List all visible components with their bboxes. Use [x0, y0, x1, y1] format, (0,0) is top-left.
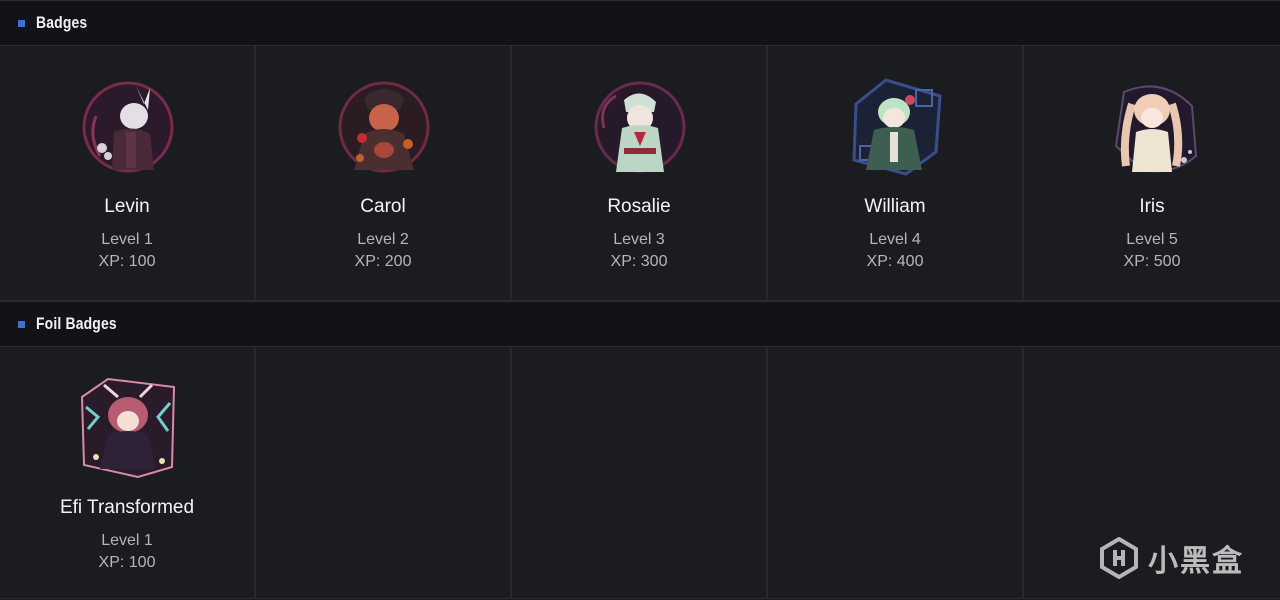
badge-name: Rosalie	[607, 196, 671, 217]
empty-badge-slot	[768, 347, 1024, 599]
section-header-foil-badges: Foil Badges	[0, 301, 1280, 347]
section-bullet-icon	[18, 19, 25, 27]
badge-william-icon	[852, 78, 942, 176]
section-title: Foil Badges	[36, 314, 117, 333]
badge-level: Level 1	[101, 231, 153, 248]
section-bullet-icon	[18, 320, 25, 328]
watermark: 小黑盒	[1098, 536, 1244, 580]
badge-xp: XP: 200	[354, 253, 412, 270]
badge-carol-icon	[338, 81, 430, 173]
badge-level: Level 5	[1126, 231, 1178, 248]
badge-grid: Levin Level 1 XP: 100 Carol Level 2 XP: …	[0, 46, 1280, 301]
badge-efi-transformed-icon	[80, 377, 176, 479]
badge-xp: XP: 400	[866, 253, 924, 270]
empty-badge-slot	[256, 347, 512, 599]
badge-card-carol[interactable]: Carol Level 2 XP: 200	[256, 46, 512, 301]
badge-name: Carol	[360, 196, 406, 217]
badge-xp: XP: 100	[98, 253, 156, 270]
badge-name: William	[864, 196, 926, 217]
watermark-text: 小黑盒	[1148, 545, 1244, 578]
badge-card-efi-transformed[interactable]: Efi Transformed Level 1 XP: 100	[0, 347, 256, 599]
badge-xp: XP: 100	[98, 554, 156, 571]
badge-level: Level 3	[613, 231, 665, 248]
badge-card-william[interactable]: William Level 4 XP: 400	[768, 46, 1024, 301]
badge-level: Level 2	[357, 231, 409, 248]
badge-card-levin[interactable]: Levin Level 1 XP: 100	[0, 46, 256, 301]
badge-rosalie-icon	[594, 81, 686, 173]
badge-name: Levin	[104, 196, 150, 217]
badge-xp: XP: 300	[610, 253, 668, 270]
foil-badge-grid: Efi Transformed Level 1 XP: 100	[0, 347, 1280, 599]
heybox-logo-icon	[1100, 537, 1138, 579]
badge-levin-icon	[82, 81, 174, 173]
badge-iris-icon	[1114, 85, 1198, 173]
badge-name: Efi Transformed	[59, 497, 195, 518]
badge-card-rosalie[interactable]: Rosalie Level 3 XP: 300	[512, 46, 768, 301]
section-header-badges: Badges	[0, 0, 1280, 46]
empty-badge-slot	[512, 347, 768, 599]
badge-level: Level 1	[101, 532, 153, 549]
badge-card-iris[interactable]: Iris Level 5 XP: 500	[1024, 46, 1280, 301]
badge-level: Level 4	[869, 231, 921, 248]
section-title: Badges	[36, 13, 88, 32]
badge-xp: XP: 500	[1123, 253, 1181, 270]
badge-name: Iris	[1139, 196, 1165, 217]
